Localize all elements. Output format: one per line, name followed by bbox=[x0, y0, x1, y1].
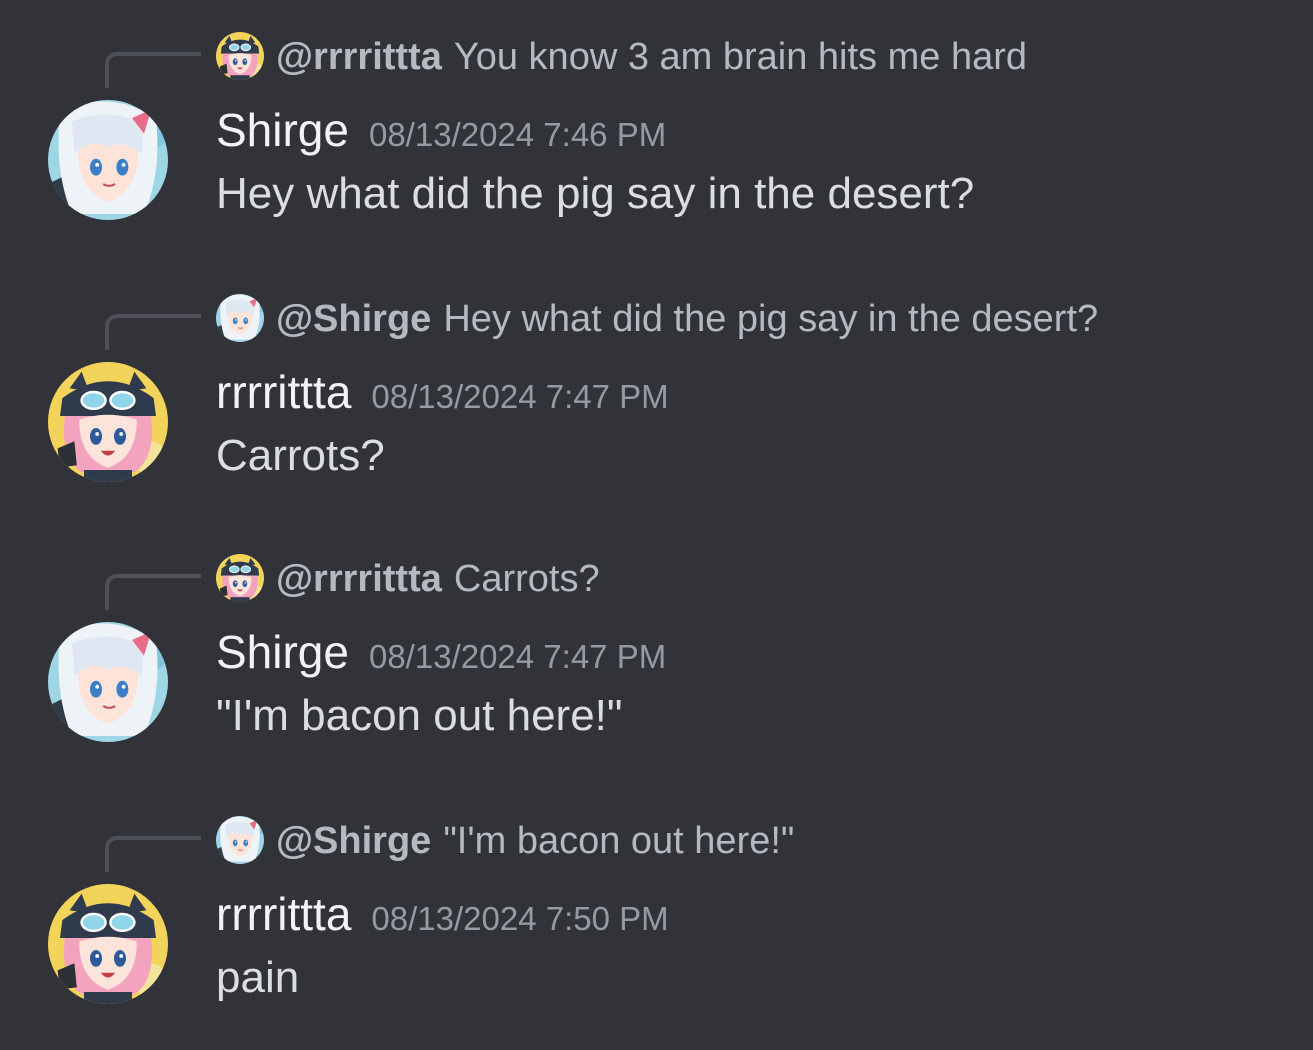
shirge-avatar-icon[interactable] bbox=[216, 816, 264, 864]
username[interactable]: rrrrittta bbox=[216, 366, 351, 418]
reply-preview[interactable]: @Shirge "I'm bacon out here!" bbox=[276, 818, 794, 864]
rrrrittta-avatar-icon[interactable] bbox=[216, 554, 264, 602]
rrrrittta-avatar-icon[interactable] bbox=[48, 362, 168, 482]
reply-text: You know 3 am brain hits me hard bbox=[453, 36, 1028, 78]
shirge-avatar-icon[interactable] bbox=[216, 294, 264, 342]
username[interactable]: Shirge bbox=[216, 104, 349, 156]
reply-preview[interactable]: @Shirge Hey what did the pig say in the d… bbox=[276, 296, 1098, 342]
rrrrittta-avatar-icon[interactable] bbox=[216, 32, 264, 80]
reply-mention[interactable]: @Shirge bbox=[276, 298, 431, 340]
timestamp: 08/13/2024 7:47 PM bbox=[371, 378, 669, 415]
reply-text: Carrots? bbox=[453, 558, 600, 600]
reply-mention[interactable]: @Shirge bbox=[276, 820, 431, 862]
message-item: @rrrrittta Carrots? Shirge 08/13/2024 7:47… bbox=[0, 522, 1313, 784]
shirge-avatar-icon[interactable] bbox=[48, 622, 168, 742]
message-content: pain bbox=[216, 953, 300, 1002]
message-content: Hey what did the pig say in the desert? bbox=[216, 169, 975, 218]
reply-spine bbox=[105, 574, 201, 610]
message-header: rrrrittta 08/13/2024 7:47 PM bbox=[216, 362, 669, 422]
reply-text: Hey what did the pig say in the desert? bbox=[443, 298, 1099, 340]
reply-spine bbox=[105, 836, 201, 872]
message-content: "I'm bacon out here!" bbox=[216, 691, 623, 740]
chat-message-list: @rrrrittta You know 3 am brain hits me ha… bbox=[0, 0, 1313, 1050]
timestamp: 08/13/2024 7:46 PM bbox=[368, 116, 667, 153]
message-item: @rrrrittta You know 3 am brain hits me ha… bbox=[0, 0, 1313, 262]
reply-spine bbox=[105, 52, 201, 88]
message-header: rrrrittta 08/13/2024 7:50 PM bbox=[216, 884, 669, 944]
message-item: @Shirge "I'm bacon out here!" rrrrittta 08… bbox=[0, 784, 1313, 1046]
message-item: @Shirge Hey what did the pig say in the d… bbox=[0, 262, 1313, 524]
username[interactable]: Shirge bbox=[216, 626, 349, 678]
shirge-avatar-icon[interactable] bbox=[48, 100, 168, 220]
message-header: Shirge 08/13/2024 7:46 PM bbox=[216, 100, 666, 160]
reply-spine bbox=[105, 314, 201, 350]
reply-mention[interactable]: @rrrrittta bbox=[276, 558, 442, 600]
timestamp: 08/13/2024 7:47 PM bbox=[368, 638, 667, 675]
username[interactable]: rrrrittta bbox=[216, 888, 351, 940]
timestamp: 08/13/2024 7:50 PM bbox=[371, 900, 669, 937]
reply-text: "I'm bacon out here!" bbox=[443, 820, 795, 862]
reply-mention[interactable]: @rrrrittta bbox=[276, 36, 442, 78]
message-header: Shirge 08/13/2024 7:47 PM bbox=[216, 622, 666, 682]
reply-preview[interactable]: @rrrrittta You know 3 am brain hits me ha… bbox=[276, 34, 1027, 80]
message-content: Carrots? bbox=[216, 431, 385, 480]
rrrrittta-avatar-icon[interactable] bbox=[48, 884, 168, 1004]
reply-preview[interactable]: @rrrrittta Carrots? bbox=[276, 556, 600, 602]
